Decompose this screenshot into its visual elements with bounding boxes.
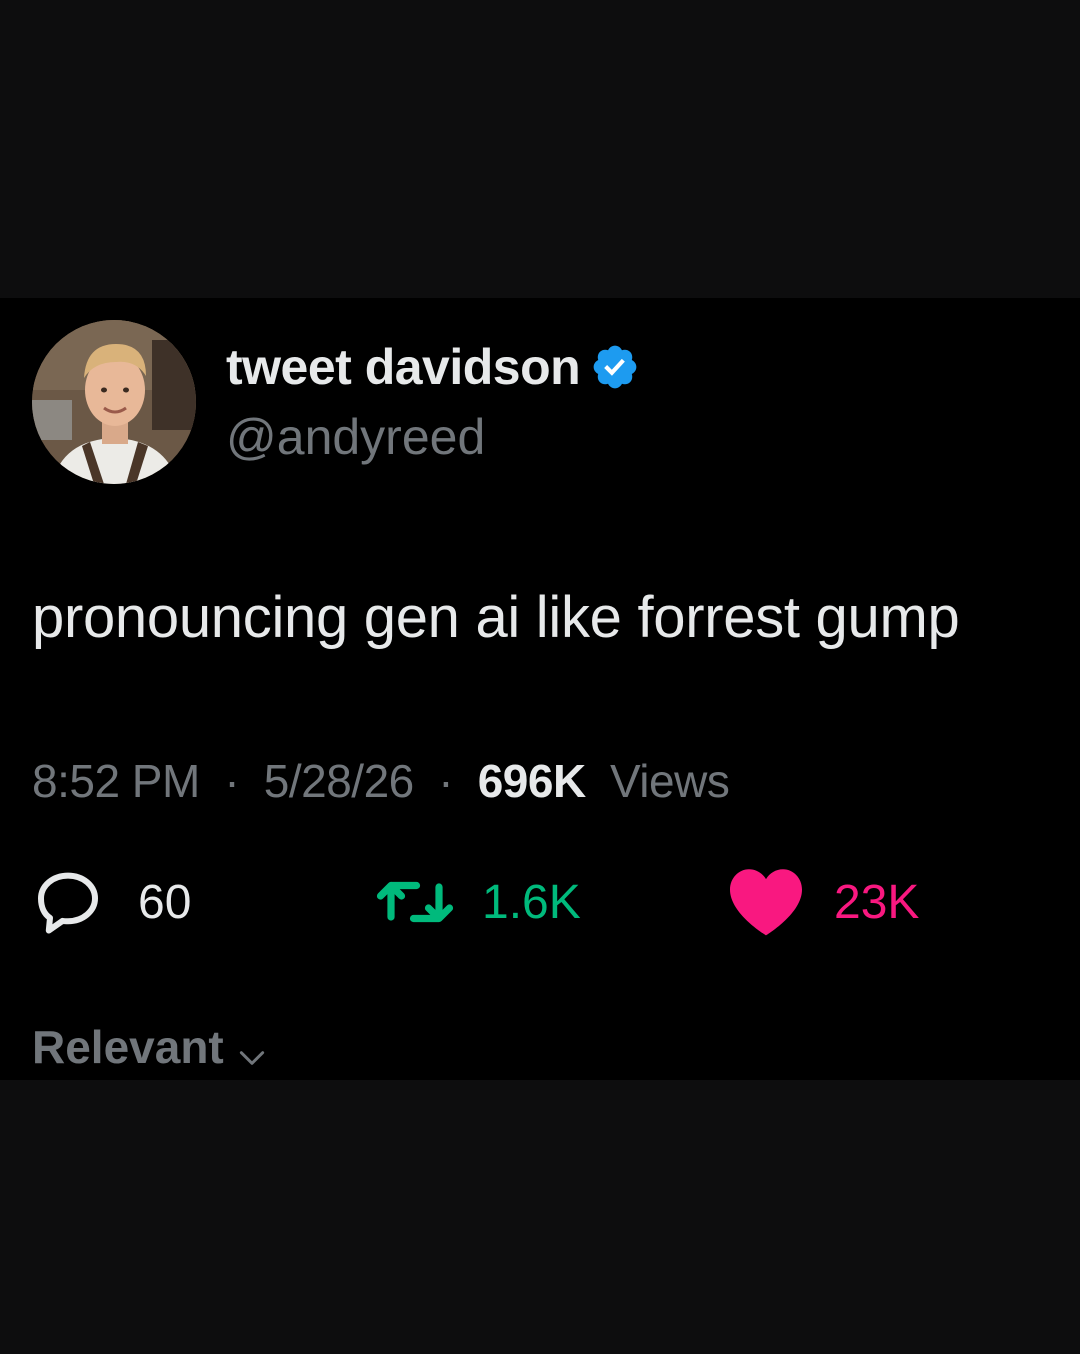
avatar-photo <box>32 320 196 484</box>
tweet-meta: 8:52 PM · 5/28/26 · 696K Views <box>32 754 730 808</box>
top-margin <box>0 0 1080 298</box>
tweet-text: pronouncing gen ai like forrest gump <box>32 585 960 650</box>
meta-separator: · <box>426 755 466 807</box>
retweet-icon <box>372 866 458 938</box>
retweet-count: 1.6K <box>482 875 581 929</box>
display-name-text: tweet davidson <box>226 339 581 395</box>
like-count: 23K <box>834 875 920 929</box>
bottom-margin <box>0 1080 1080 1354</box>
tweet-time[interactable]: 8:52 PM <box>32 755 200 807</box>
screenshot-canvas: tweet davidson @andyreed pronouncing gen… <box>0 0 1080 1354</box>
user-handle[interactable]: @andyreed <box>226 408 485 466</box>
chevron-down-icon <box>236 1031 268 1065</box>
display-name[interactable]: tweet davidson <box>226 338 640 396</box>
reply-icon <box>32 866 104 938</box>
tweet-date[interactable]: 5/28/26 <box>264 755 414 807</box>
action-bar: 60 1.6K 23K <box>0 860 1080 940</box>
verified-badge-icon[interactable] <box>590 342 640 392</box>
sort-label: Relevant <box>32 1021 224 1073</box>
views-label: Views <box>609 755 730 807</box>
like-button[interactable]: 23K <box>726 866 919 938</box>
sort-dropdown[interactable]: Relevant <box>32 1020 268 1074</box>
retweet-button[interactable]: 1.6K <box>372 866 581 938</box>
reply-button[interactable]: 60 <box>32 866 191 938</box>
meta-separator: · <box>212 755 252 807</box>
reply-count: 60 <box>138 875 192 929</box>
views-count[interactable]: 696K <box>478 755 586 807</box>
avatar[interactable] <box>32 320 196 484</box>
heart-icon <box>726 866 806 938</box>
